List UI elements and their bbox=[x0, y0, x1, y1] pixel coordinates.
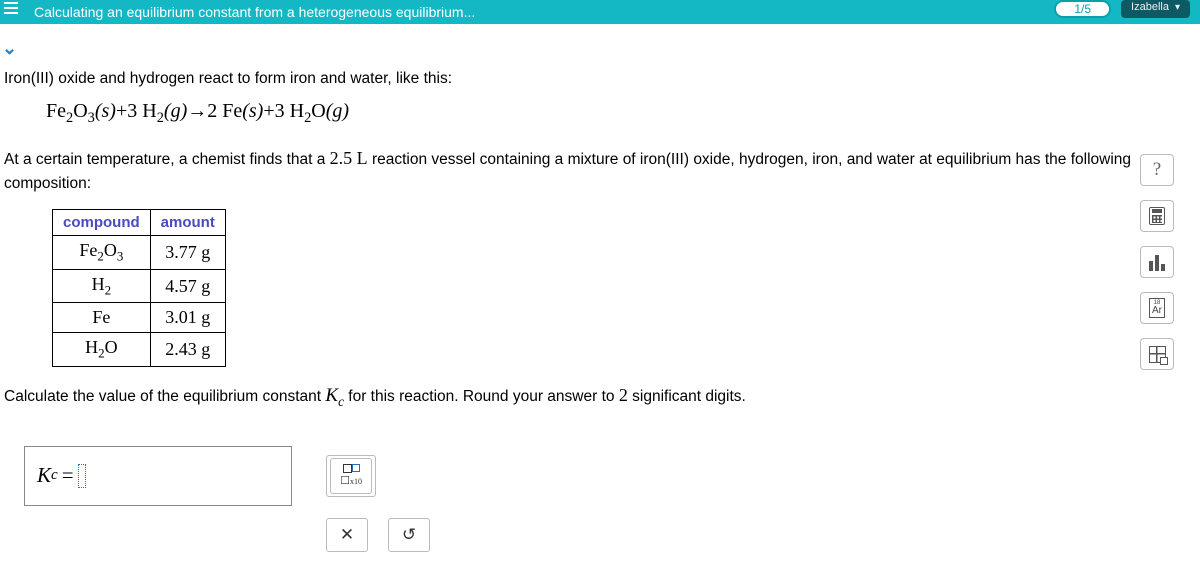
help-button[interactable]: ? bbox=[1140, 154, 1174, 186]
table-row: H24.57 g bbox=[53, 269, 226, 303]
col-amount: amount bbox=[150, 210, 225, 236]
table-row: Fe2O33.77 g bbox=[53, 236, 226, 270]
grid-icon bbox=[1149, 346, 1166, 363]
calculator-icon bbox=[1149, 207, 1165, 225]
question-body: Iron(III) oxide and hydrogen react to fo… bbox=[0, 70, 1200, 552]
chevron-down-icon: ▾ bbox=[1175, 2, 1180, 13]
page-title: Calculating an equilibrium constant from… bbox=[34, 4, 475, 20]
sci-notation-button[interactable]: ☐x10 bbox=[330, 458, 372, 494]
side-toolbar: ? 18Ar bbox=[1140, 154, 1174, 370]
user-dropdown[interactable]: Izabella▾ bbox=[1121, 0, 1190, 18]
periodic-button[interactable]: 18Ar bbox=[1140, 292, 1174, 324]
table-row: H2O2.43 g bbox=[53, 333, 226, 367]
x-icon: ✕ bbox=[340, 525, 354, 545]
composition-table: compoundamount Fe2O33.77 g H24.57 g Fe3.… bbox=[52, 209, 226, 367]
reaction-equation: Fe2O3(s)+3 H2(g)→2 Fe(s)+3 H2O(g) bbox=[46, 100, 1200, 127]
chart-button[interactable] bbox=[1140, 246, 1174, 278]
clear-button[interactable]: ✕ bbox=[326, 518, 368, 552]
prompt-intro: Iron(III) oxide and hydrogen react to fo… bbox=[4, 70, 1200, 88]
title-bar: Calculating an equilibrium constant from… bbox=[0, 0, 1200, 24]
input-cursor[interactable] bbox=[78, 464, 86, 488]
input-tools: ☐x10 bbox=[326, 455, 376, 497]
action-buttons: ✕ ↺ bbox=[326, 518, 1200, 552]
progress-pill: 1/5 bbox=[1054, 0, 1111, 18]
table-row: Fe3.01 g bbox=[53, 303, 226, 333]
answer-area: Kc = ☐x10 bbox=[24, 446, 1200, 506]
col-compound: compound bbox=[53, 210, 151, 236]
expand-chevron-icon[interactable]: ⌄ bbox=[2, 38, 17, 59]
grid-button[interactable] bbox=[1140, 338, 1174, 370]
bar-chart-icon bbox=[1149, 253, 1165, 271]
prompt-question: Calculate the value of the equilibrium c… bbox=[4, 385, 1200, 410]
prompt-conditions: At a certain temperature, a chemist find… bbox=[4, 145, 1144, 195]
table-button[interactable] bbox=[1140, 200, 1174, 232]
reset-button[interactable]: ↺ bbox=[388, 518, 430, 552]
undo-icon: ↺ bbox=[402, 525, 416, 545]
answer-input[interactable]: Kc = bbox=[24, 446, 292, 506]
header-right: 1/5 Izabella▾ bbox=[1054, 0, 1190, 18]
menu-icon[interactable] bbox=[4, 2, 18, 14]
question-icon: ? bbox=[1153, 159, 1161, 181]
element-icon: 18Ar bbox=[1149, 298, 1165, 318]
